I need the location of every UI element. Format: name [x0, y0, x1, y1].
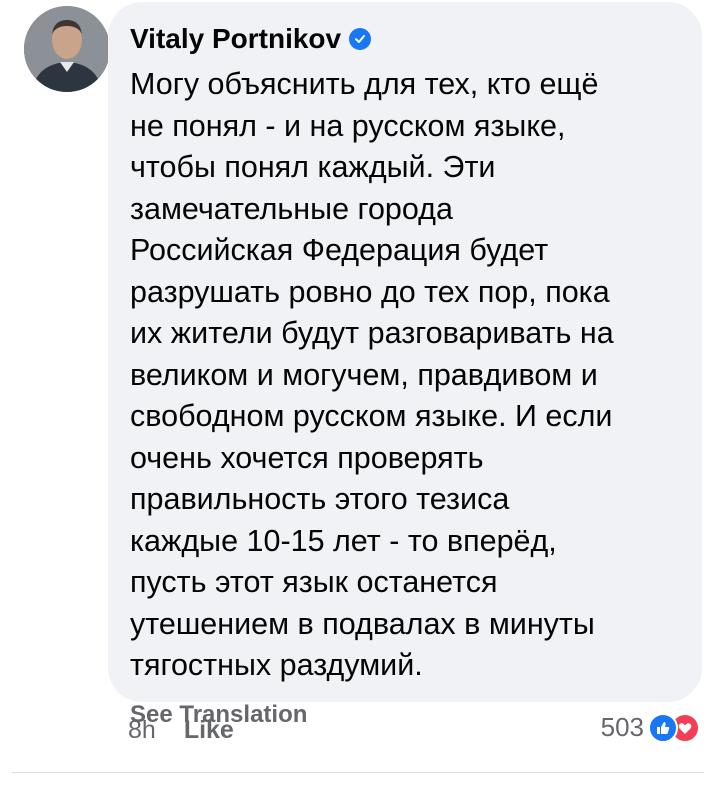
- reaction-icons: [648, 712, 700, 743]
- comment-actions: 8h Like: [128, 716, 234, 745]
- author-name[interactable]: Vitaly Portnikov: [130, 23, 341, 55]
- like-button[interactable]: Like: [184, 716, 234, 745]
- reactions-summary[interactable]: 503: [601, 712, 700, 743]
- divider: [12, 772, 704, 773]
- like-icon: [648, 712, 678, 743]
- verified-badge-icon: [349, 28, 372, 50]
- comment-timestamp[interactable]: 8h: [128, 716, 156, 745]
- comment-text: Могу объяснить для тех, кто ещё не понял…: [130, 67, 614, 682]
- reaction-count: 503: [600, 712, 644, 742]
- comment-header: Vitaly Portnikov: [130, 20, 682, 58]
- comment-bubble: Vitaly Portnikov Могу объяснить для тех,…: [108, 2, 702, 728]
- avatar[interactable]: [24, 6, 110, 92]
